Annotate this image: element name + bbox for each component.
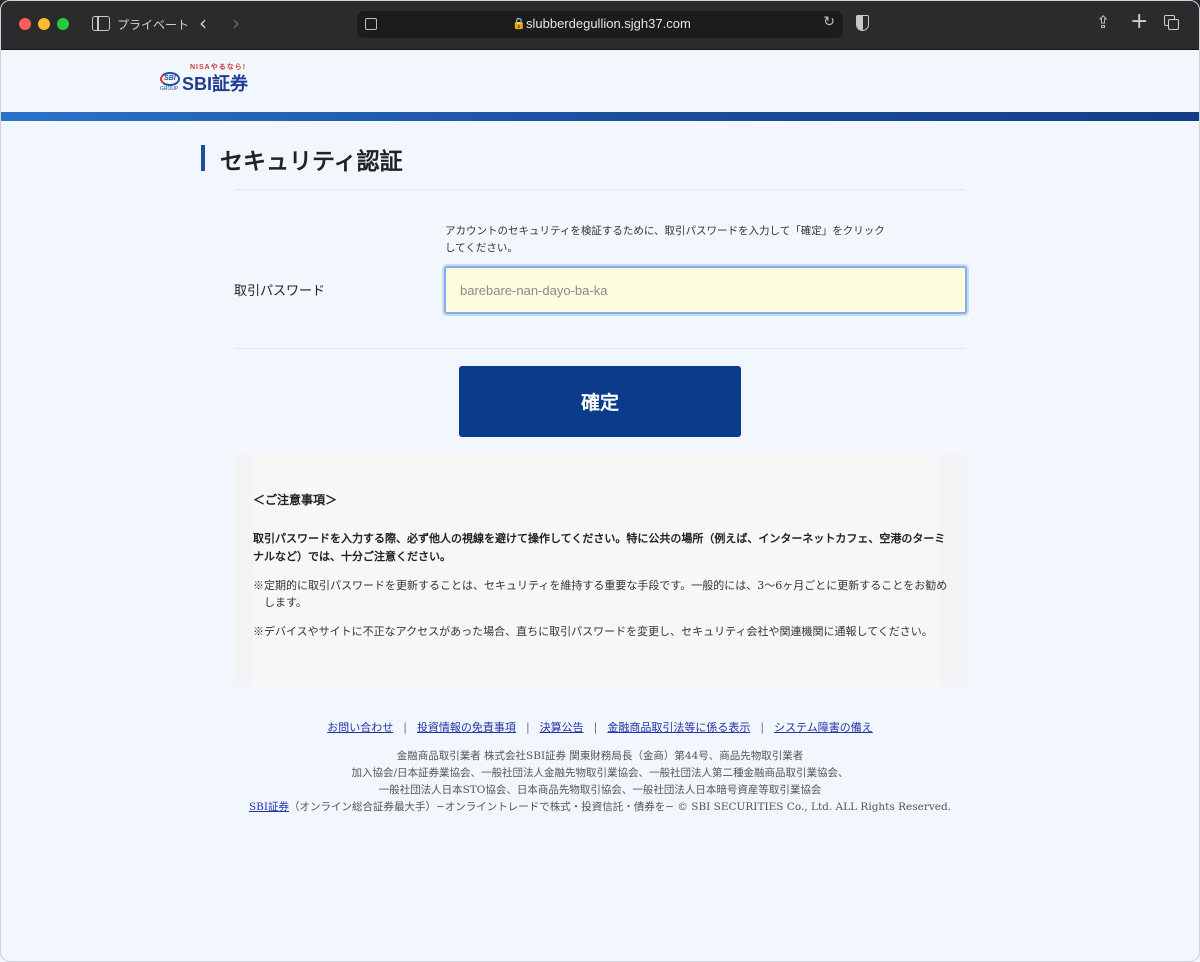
page-title: セキュリティ認証 bbox=[220, 148, 403, 175]
zoom-window-button[interactable] bbox=[57, 18, 69, 30]
sidebar-icon[interactable] bbox=[92, 16, 110, 31]
instruction-text: アカウントのセキュリティを検証するために、取引パスワードを入力して「確定」をクリ… bbox=[445, 225, 885, 254]
new-tab-icon[interactable]: + bbox=[1130, 10, 1148, 34]
footer-link-contact[interactable]: お問い合わせ bbox=[327, 721, 393, 734]
footer-separator: | bbox=[760, 721, 765, 734]
notice-item: ※定期的に取引パスワードを更新することは、セキュリティを維持する重要な手段です。… bbox=[253, 579, 948, 609]
footer-separator: | bbox=[403, 721, 407, 734]
page-menu-icon[interactable] bbox=[365, 18, 377, 30]
logo-group-text: GROUP bbox=[160, 86, 179, 92]
notice-box bbox=[235, 453, 966, 686]
footer-link-sbi[interactable]: SBI証券 bbox=[249, 801, 289, 813]
url-text[interactable]: slubberdegullion.sjgh37.com bbox=[526, 16, 691, 31]
back-icon[interactable]: ‹ bbox=[199, 12, 207, 34]
divider bbox=[235, 348, 965, 349]
minimize-window-button[interactable] bbox=[38, 18, 50, 30]
footer-associations: 加入協会/日本証券業協会、一般社団法人金融先物取引業協会、一般社団法人第二種金融… bbox=[351, 767, 849, 779]
reload-icon[interactable]: ↻ bbox=[823, 14, 835, 30]
title-accent-bar bbox=[201, 145, 205, 171]
footer-link-legal-notice[interactable]: 金融商品取引法等に係る表示 bbox=[607, 721, 750, 734]
notice-warning: 取引パスワードを入力する際、必ず他人の視線を避けて操作してください。特に公共の場… bbox=[253, 532, 946, 563]
password-input[interactable] bbox=[444, 266, 967, 314]
page-content: NISAやるなら! SBI SBI証券 GROUP セキュリティ認証 アカウント… bbox=[0, 51, 1200, 962]
footer-link-system-failure[interactable]: システム障害の備え bbox=[774, 721, 873, 734]
sbi-logo[interactable]: NISAやるなら! SBI SBI証券 GROUP bbox=[160, 62, 260, 94]
footer-separator: | bbox=[525, 721, 530, 734]
password-label: 取引パスワード bbox=[234, 284, 326, 299]
footer-copyright: SBI証券（オンライン総合証券最大手）−オンライントレードで株式・投資信託・債券… bbox=[0, 799, 1200, 814]
notice-heading: ＜ご注意事項＞ bbox=[253, 493, 338, 507]
footer-copyright-text: （オンライン総合証券最大手）−オンライントレードで株式・投資信託・債券を− © … bbox=[288, 801, 952, 813]
footer-links: お問い合わせ | 投資情報の免責事項 | 決算公告 | 金融商品取引法等に係る表示 | システム… bbox=[0, 719, 1200, 735]
lock-icon: 🔒 bbox=[512, 17, 526, 30]
divider bbox=[235, 189, 965, 190]
privacy-shield-icon[interactable] bbox=[856, 15, 869, 31]
browser-toolbar: プライベート ‹ › 🔒 slubberdegullion.sjgh37.com… bbox=[0, 0, 1200, 50]
logo-mark-text: SBI bbox=[164, 75, 176, 82]
footer-associations-cont: 一般社団法人日本STO協会、日本商品先物取引協会、一般社団法人日本暗号資産等取引… bbox=[378, 784, 822, 796]
footer-link-financial-results[interactable]: 決算公告 bbox=[540, 721, 584, 734]
header-band bbox=[0, 112, 1200, 121]
address-bar[interactable]: 🔒 slubberdegullion.sjgh37.com ↻ bbox=[357, 11, 843, 38]
share-icon[interactable]: ⇪ bbox=[1096, 13, 1110, 33]
confirm-button[interactable]: 確定 bbox=[459, 366, 741, 437]
footer-separator: | bbox=[593, 721, 598, 734]
footer-link-disclaimer[interactable]: 投資情報の免責事項 bbox=[417, 721, 516, 734]
close-window-button[interactable] bbox=[19, 18, 31, 30]
notice-item: ※デバイスやサイトに不正なアクセスがあった場合、直ちに取引パスワードを変更し、セ… bbox=[253, 625, 933, 638]
notice-inner-panel bbox=[253, 453, 939, 686]
logo-name: SBI証券 bbox=[182, 74, 249, 94]
private-browsing-label: プライベート bbox=[117, 18, 190, 32]
footer-company-info: 金融商品取引業者 株式会社SBI証券 関東財務局長（金商）第44号、商品先物取引… bbox=[396, 750, 804, 762]
forward-icon[interactable]: › bbox=[232, 12, 240, 34]
sbi-mark-icon: SBI bbox=[160, 72, 180, 86]
tab-overview-icon[interactable] bbox=[1164, 15, 1180, 31]
